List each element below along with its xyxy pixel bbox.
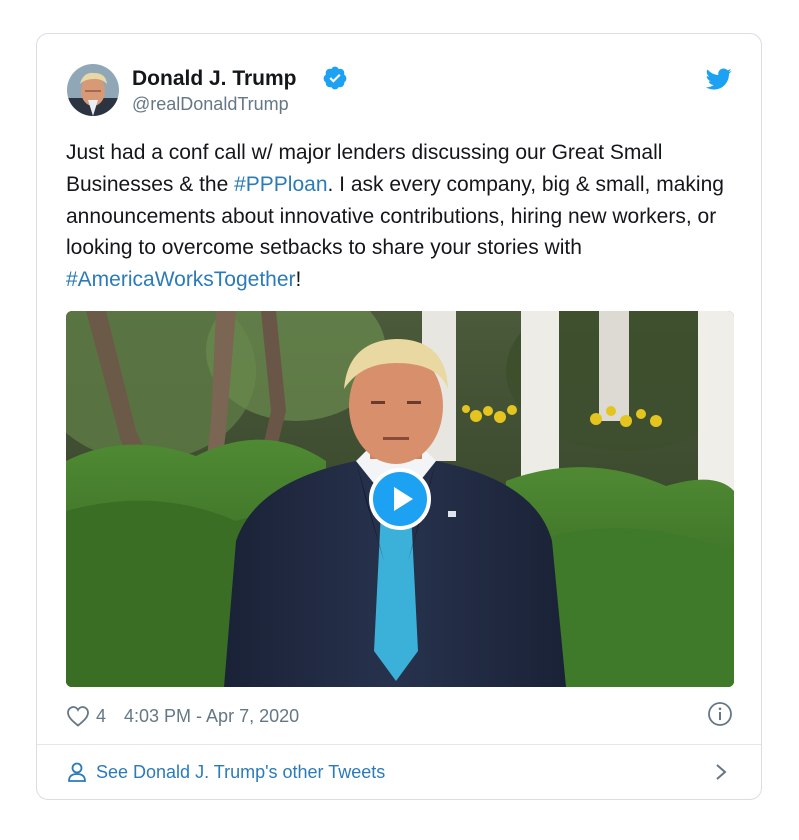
person-icon	[68, 762, 86, 782]
hashtag-americaworkstogether-link[interactable]: #AmericaWorksTogether	[66, 268, 296, 291]
info-icon[interactable]	[707, 701, 733, 727]
divider	[37, 744, 761, 745]
video-thumbnail[interactable]	[66, 311, 734, 687]
tweet-timestamp[interactable]: 4:03 PM - Apr 7, 2020	[124, 706, 299, 727]
chevron-right-icon[interactable]	[714, 762, 728, 782]
tweet-text-part: !	[295, 268, 302, 292]
like-count[interactable]: 4	[96, 706, 106, 727]
tweet-actions: 4 4:03 PM - Apr 7, 2020	[66, 702, 299, 730]
tweet-card: Donald J. Trump @realDonaldTrump Just ha…	[36, 33, 762, 800]
verified-badge-icon	[323, 66, 347, 90]
avatar[interactable]	[67, 64, 119, 116]
see-other-tweets-label[interactable]: See Donald J. Trump's other Tweets	[96, 762, 385, 783]
see-other-tweets-link[interactable]: See Donald J. Trump's other Tweets	[66, 757, 734, 787]
twitter-bird-icon[interactable]	[705, 66, 733, 92]
hashtag-pppl-link[interactable]: #PPPloan	[234, 173, 327, 196]
author-handle[interactable]: @realDonaldTrump	[132, 94, 289, 115]
tweet-text: Just had a conf call w/ major lenders di…	[66, 137, 746, 296]
author-name[interactable]: Donald J. Trump	[132, 67, 297, 91]
play-icon[interactable]	[369, 468, 431, 530]
heart-icon[interactable]	[66, 705, 90, 727]
